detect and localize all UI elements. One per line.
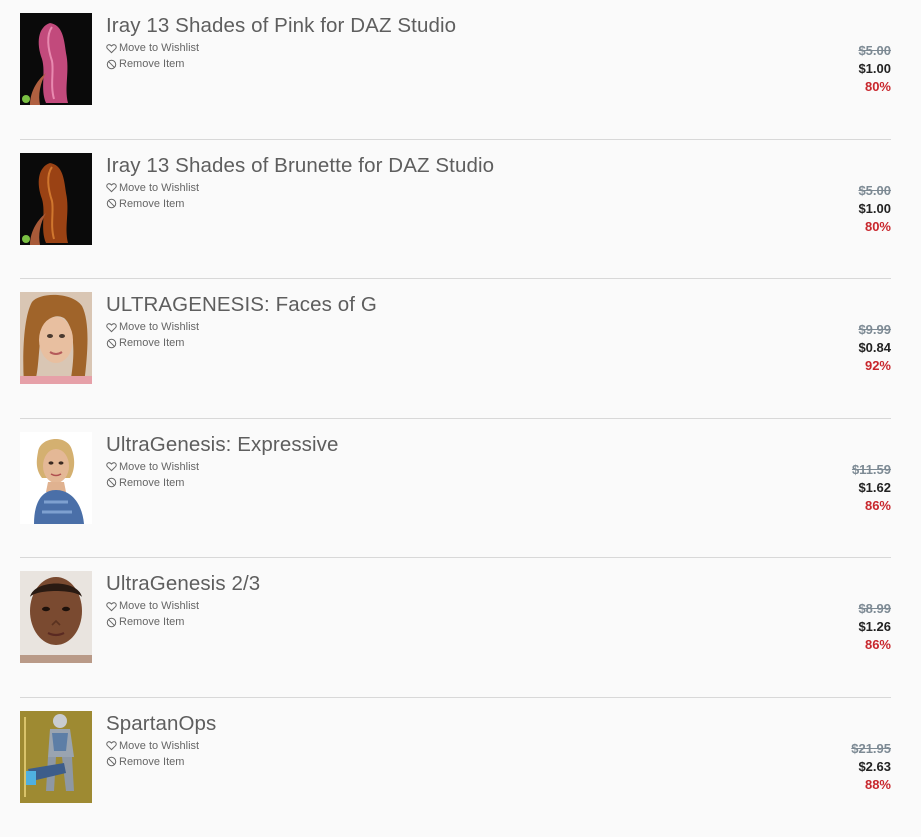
sale-price: $2.63 bbox=[851, 758, 891, 776]
heart-icon bbox=[106, 322, 117, 333]
remove-item-link[interactable]: Remove Item bbox=[106, 337, 184, 349]
discount-percent: 80% bbox=[858, 78, 891, 96]
product-title[interactable]: UltraGenesis 2/3 bbox=[106, 572, 260, 596]
discount-percent: 86% bbox=[858, 636, 891, 654]
price-block: $5.00 $1.00 80% bbox=[858, 182, 891, 236]
product-thumbnail[interactable] bbox=[20, 153, 92, 245]
cart-item: Iray 13 Shades of Brunette for DAZ Studi… bbox=[20, 140, 891, 280]
sale-price: $0.84 bbox=[858, 339, 891, 357]
product-title[interactable]: UltraGenesis: Expressive bbox=[106, 433, 339, 457]
remove-item-link[interactable]: Remove Item bbox=[106, 616, 184, 628]
price-block: $11.59 $1.62 86% bbox=[852, 461, 891, 515]
wishlist-label: Move to Wishlist bbox=[119, 182, 199, 194]
price-block: $8.99 $1.26 86% bbox=[858, 600, 891, 654]
move-to-wishlist-link[interactable]: Move to Wishlist bbox=[106, 42, 199, 54]
heart-icon bbox=[106, 461, 117, 472]
product-thumbnail[interactable] bbox=[20, 292, 92, 384]
cart-item: UltraGenesis 2/3 Move to Wishlist Remove… bbox=[20, 558, 891, 698]
discount-percent: 88% bbox=[851, 776, 891, 794]
discount-percent: 92% bbox=[858, 357, 891, 375]
product-thumbnail[interactable] bbox=[20, 571, 92, 663]
sale-price: $1.00 bbox=[858, 60, 891, 78]
product-thumbnail[interactable] bbox=[20, 432, 92, 524]
discount-percent: 86% bbox=[852, 497, 891, 515]
cart-item: SpartanOps Move to Wishlist Remove Item … bbox=[20, 698, 891, 837]
move-to-wishlist-link[interactable]: Move to Wishlist bbox=[106, 182, 199, 194]
remove-label: Remove Item bbox=[119, 756, 184, 768]
wishlist-label: Move to Wishlist bbox=[119, 321, 199, 333]
remove-label: Remove Item bbox=[119, 198, 184, 210]
move-to-wishlist-link[interactable]: Move to Wishlist bbox=[106, 740, 199, 752]
heart-icon bbox=[106, 740, 117, 751]
sale-price: $1.00 bbox=[858, 200, 891, 218]
remove-label: Remove Item bbox=[119, 477, 184, 489]
cart-item-list: Iray 13 Shades of Pink for DAZ Studio Mo… bbox=[20, 0, 891, 837]
prohibited-icon bbox=[106, 59, 117, 70]
wishlist-label: Move to Wishlist bbox=[119, 461, 199, 473]
product-title[interactable]: ULTRAGENESIS: Faces of G bbox=[106, 293, 377, 317]
original-price: $9.99 bbox=[858, 321, 891, 339]
move-to-wishlist-link[interactable]: Move to Wishlist bbox=[106, 600, 199, 612]
prohibited-icon bbox=[106, 338, 117, 349]
product-title[interactable]: Iray 13 Shades of Brunette for DAZ Studi… bbox=[106, 154, 494, 178]
cart-item: Iray 13 Shades of Pink for DAZ Studio Mo… bbox=[20, 0, 891, 140]
price-block: $5.00 $1.00 80% bbox=[858, 42, 891, 96]
prohibited-icon bbox=[106, 756, 117, 767]
remove-item-link[interactable]: Remove Item bbox=[106, 198, 184, 210]
discount-percent: 80% bbox=[858, 218, 891, 236]
wishlist-label: Move to Wishlist bbox=[119, 740, 199, 752]
original-price: $11.59 bbox=[852, 461, 891, 479]
original-price: $5.00 bbox=[858, 182, 891, 200]
remove-label: Remove Item bbox=[119, 337, 184, 349]
product-thumbnail[interactable] bbox=[20, 711, 92, 803]
prohibited-icon bbox=[106, 617, 117, 628]
prohibited-icon bbox=[106, 477, 117, 488]
heart-icon bbox=[106, 43, 117, 54]
prohibited-icon bbox=[106, 198, 117, 209]
price-block: $21.95 $2.63 88% bbox=[851, 740, 891, 794]
wishlist-label: Move to Wishlist bbox=[119, 42, 199, 54]
remove-item-link[interactable]: Remove Item bbox=[106, 477, 184, 489]
sale-price: $1.62 bbox=[852, 479, 891, 497]
remove-label: Remove Item bbox=[119, 616, 184, 628]
heart-icon bbox=[106, 601, 117, 612]
original-price: $21.95 bbox=[851, 740, 891, 758]
cart-item: UltraGenesis: Expressive Move to Wishlis… bbox=[20, 419, 891, 559]
move-to-wishlist-link[interactable]: Move to Wishlist bbox=[106, 461, 199, 473]
cart-item: ULTRAGENESIS: Faces of G Move to Wishlis… bbox=[20, 279, 891, 419]
remove-label: Remove Item bbox=[119, 58, 184, 70]
price-block: $9.99 $0.84 92% bbox=[858, 321, 891, 375]
heart-icon bbox=[106, 182, 117, 193]
product-title[interactable]: SpartanOps bbox=[106, 712, 216, 736]
product-title[interactable]: Iray 13 Shades of Pink for DAZ Studio bbox=[106, 14, 456, 38]
wishlist-label: Move to Wishlist bbox=[119, 600, 199, 612]
original-price: $8.99 bbox=[858, 600, 891, 618]
remove-item-link[interactable]: Remove Item bbox=[106, 58, 184, 70]
move-to-wishlist-link[interactable]: Move to Wishlist bbox=[106, 321, 199, 333]
original-price: $5.00 bbox=[858, 42, 891, 60]
product-thumbnail[interactable] bbox=[20, 13, 92, 105]
remove-item-link[interactable]: Remove Item bbox=[106, 756, 184, 768]
sale-price: $1.26 bbox=[858, 618, 891, 636]
